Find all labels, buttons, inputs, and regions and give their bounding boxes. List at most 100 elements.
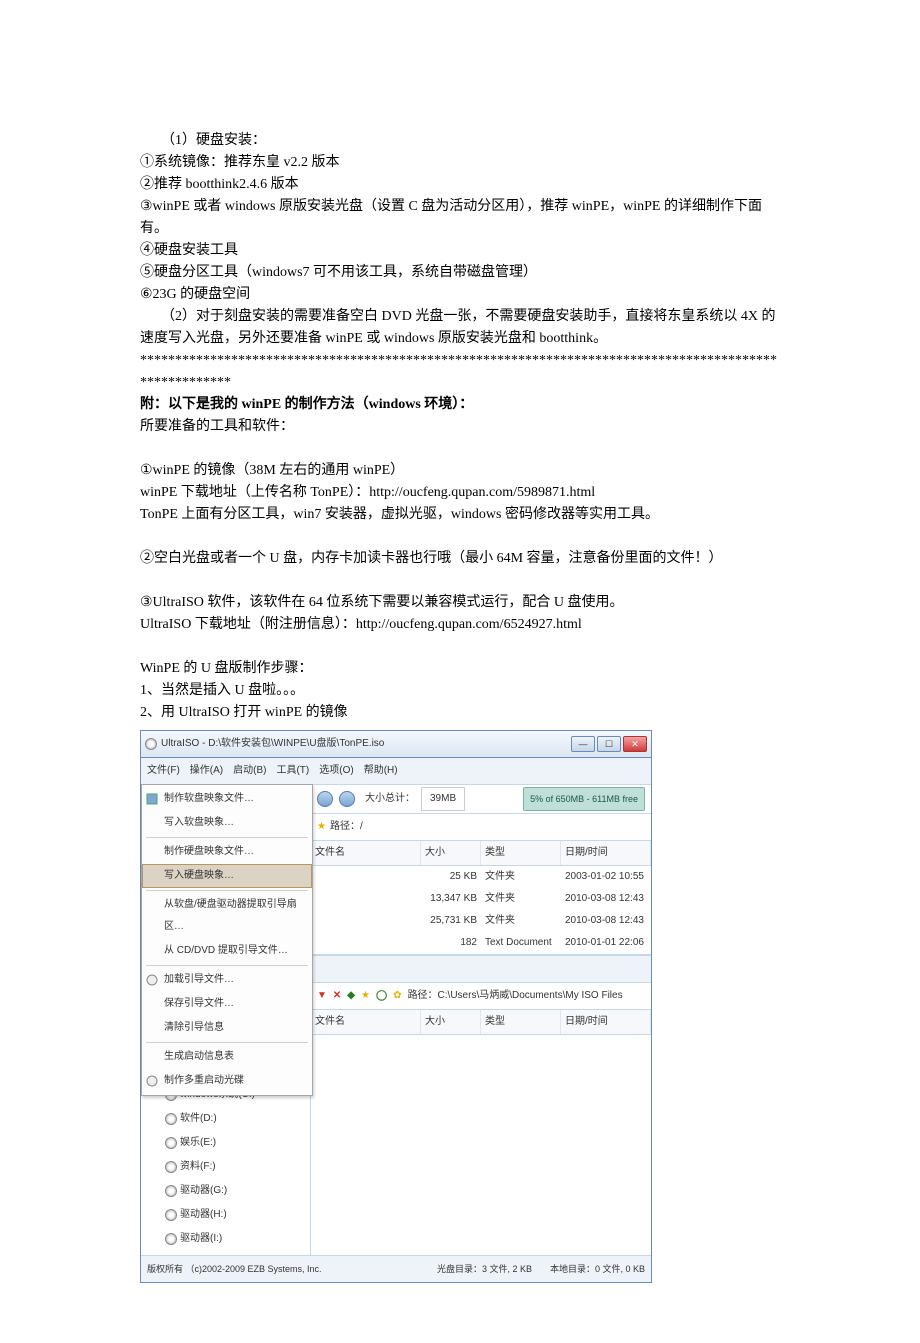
menu-boot[interactable]: 启动(B) bbox=[233, 760, 266, 782]
path-label: 路径：/ bbox=[330, 816, 363, 838]
menu-label: 制作多重启动光碟 bbox=[164, 1070, 244, 1092]
drive-icon bbox=[165, 1185, 177, 1197]
nav-forward-button[interactable] bbox=[339, 791, 355, 807]
menu-make-hdd-image[interactable]: 制作硬盘映象文件… bbox=[142, 840, 312, 864]
col-date[interactable]: 日期/时间 bbox=[561, 841, 651, 865]
maximize-button[interactable]: ☐ bbox=[597, 736, 621, 752]
col-name[interactable]: 文件名 bbox=[311, 1010, 421, 1034]
menu-separator bbox=[146, 837, 308, 838]
menu-write-hdd-image[interactable]: 写入硬盘映象… bbox=[142, 864, 312, 888]
tree-node[interactable]: 软件(D:) bbox=[149, 1107, 306, 1131]
col-type[interactable]: 类型 bbox=[481, 841, 561, 865]
cell-date: 2010-03-08 12:43 bbox=[561, 910, 651, 932]
tree-node[interactable]: 驱动器(H:) bbox=[149, 1203, 306, 1227]
file-list-header: 文件名 大小 类型 日期/时间 bbox=[311, 841, 651, 866]
cell-date: 2010-01-01 22:06 bbox=[561, 932, 651, 954]
col-type[interactable]: 类型 bbox=[481, 1010, 561, 1034]
table-row[interactable]: 182 Text Document 2010-01-01 22:06 bbox=[311, 932, 651, 954]
local-file-panel: ▼ ✕ ◆ ★ ◯ ✿ 路径：C:\Users\马炳威\Documents\My… bbox=[311, 983, 651, 1255]
menu-label: 制作软盘映象文件… bbox=[164, 788, 254, 810]
menu-file[interactable]: 文件(F) bbox=[147, 760, 180, 782]
menubar: 文件(F) 操作(A) 启动(B) 工具(T) 选项(O) 帮助(H) bbox=[141, 758, 651, 785]
cell-date: 2003-01-02 10:55 bbox=[561, 866, 651, 888]
app-icon bbox=[145, 738, 157, 750]
minimize-button[interactable]: — bbox=[571, 736, 595, 752]
tree-label: 软件(D:) bbox=[180, 1108, 217, 1130]
cell-size: 13,347 KB bbox=[421, 888, 481, 910]
paragraph: TonPE 上面有分区工具，win7 安装器，虚拟光驱，windows 密码修改… bbox=[140, 504, 780, 526]
total-size-value: 39MB bbox=[421, 787, 465, 811]
menu-tools[interactable]: 工具(T) bbox=[276, 760, 309, 782]
menu-separator bbox=[146, 965, 308, 966]
menu-separator bbox=[146, 1042, 308, 1043]
settings-icon[interactable]: ✿ bbox=[393, 985, 401, 1007]
menu-make-floppy-image[interactable]: 制作软盘映象文件… bbox=[142, 787, 312, 811]
tree-node[interactable]: 驱动器(I:) bbox=[149, 1227, 306, 1251]
separator-line: ****************************************… bbox=[140, 350, 780, 394]
menu-label: 从软盘/硬盘驱动器提取引导扇区… bbox=[164, 894, 304, 938]
menu-clear-boot-info[interactable]: 清除引导信息 bbox=[142, 1016, 312, 1040]
star-icon: ★ bbox=[317, 816, 326, 838]
close-button[interactable]: ✕ bbox=[623, 736, 647, 752]
paragraph: 所要准备的工具和软件： bbox=[140, 416, 780, 438]
upper-toolbar: 大小总计： 39MB 5% of 650MB - 611MB free bbox=[311, 785, 651, 814]
section-heading: 附：以下是我的 winPE 的制作方法（windows 环境）： bbox=[140, 394, 780, 416]
ultraiso-window: UltraISO - D:\软件安装包\WINPE\U盘版\TonPE.iso … bbox=[140, 730, 652, 1283]
upper-panel: 光盘目录 启动U盘 BOOT PETOOLS bbox=[141, 785, 651, 955]
col-date[interactable]: 日期/时间 bbox=[561, 1010, 651, 1034]
status-disc: 光盘目录：3 文件, 2 KB bbox=[437, 1258, 532, 1280]
floppy-icon bbox=[146, 793, 158, 805]
local-file-list-header: 文件名 大小 类型 日期/时间 bbox=[311, 1010, 651, 1035]
menu-extract-boot-file[interactable]: 从 CD/DVD 提取引导文件… bbox=[142, 939, 312, 963]
tree-node[interactable]: 资料(F:) bbox=[149, 1155, 306, 1179]
menu-generate-boot-table[interactable]: 生成启动信息表 bbox=[142, 1045, 312, 1069]
menu-write-floppy-image[interactable]: 写入软盘映象… bbox=[142, 811, 312, 835]
status-local: 本地目录：0 文件, 0 KB bbox=[550, 1258, 645, 1280]
free-space-chip: 5% of 650MB - 611MB free bbox=[523, 787, 645, 811]
drive-icon bbox=[165, 1209, 177, 1221]
col-name[interactable]: 文件名 bbox=[311, 841, 421, 865]
menu-save-boot-file[interactable]: 保存引导文件… bbox=[142, 992, 312, 1016]
menu-label: 加载引导文件… bbox=[164, 969, 234, 991]
drive-icon bbox=[165, 1161, 177, 1173]
drive-icon bbox=[165, 1233, 177, 1245]
paragraph: ④硬盘安装工具 bbox=[140, 240, 780, 262]
nav-back-button[interactable] bbox=[317, 791, 333, 807]
status-copyright: 版权所有 （c)2002-2009 EZB Systems, Inc. bbox=[147, 1258, 322, 1280]
table-row[interactable]: 25 KB 文件夹 2003-01-02 10:55 bbox=[311, 866, 651, 888]
menu-extract-boot-sector[interactable]: 从软盘/硬盘驱动器提取引导扇区… bbox=[142, 893, 312, 939]
cell-type: 文件夹 bbox=[481, 866, 561, 888]
col-size[interactable]: 大小 bbox=[421, 1010, 481, 1034]
paragraph: ⑥23G 的硬盘空间 bbox=[140, 284, 780, 306]
menu-label: 写入软盘映象… bbox=[164, 812, 234, 834]
paragraph: ①系统镜像：推荐东皇 v2.2 版本 bbox=[140, 152, 780, 174]
drive-icon bbox=[165, 1137, 177, 1149]
tree-label: 驱动器(I:) bbox=[180, 1228, 222, 1250]
menu-make-multiboot[interactable]: 制作多重启动光碟 bbox=[142, 1069, 312, 1093]
favorite-icon[interactable]: ★ bbox=[361, 985, 370, 1007]
total-size-label: 大小总计： bbox=[365, 788, 415, 810]
table-row[interactable]: 25,731 KB 文件夹 2010-03-08 12:43 bbox=[311, 910, 651, 932]
file-list: 文件名 大小 类型 日期/时间 25 KB 文件夹 2003-01-02 10:… bbox=[311, 841, 651, 954]
cell-type: Text Document bbox=[481, 932, 561, 954]
cell-size: 25 KB bbox=[421, 866, 481, 888]
menu-action[interactable]: 操作(A) bbox=[190, 760, 223, 782]
delete-icon[interactable]: ✕ bbox=[333, 985, 341, 1007]
col-size[interactable]: 大小 bbox=[421, 841, 481, 865]
tree-node[interactable]: 驱动器(G:) bbox=[149, 1179, 306, 1203]
add-icon[interactable]: ◆ bbox=[347, 985, 355, 1007]
local-toolbar: ▼ ✕ ◆ ★ ◯ ✿ 路径：C:\Users\马炳威\Documents\My… bbox=[311, 983, 651, 1010]
menu-help[interactable]: 帮助(H) bbox=[364, 760, 398, 782]
menu-load-boot-file[interactable]: 加载引导文件… bbox=[142, 968, 312, 992]
tree-node[interactable]: 娱乐(E:) bbox=[149, 1131, 306, 1155]
menu-label: 从 CD/DVD 提取引导文件… bbox=[164, 940, 288, 962]
window-title: UltraISO - D:\软件安装包\WINPE\U盘版\TonPE.iso bbox=[161, 733, 384, 755]
titlebar[interactable]: UltraISO - D:\软件安装包\WINPE\U盘版\TonPE.iso … bbox=[141, 731, 651, 758]
document-page: （1）硬盘安装： ①系统镜像：推荐东皇 v2.2 版本 ②推荐 bootthin… bbox=[0, 0, 920, 1343]
table-row[interactable]: 13,347 KB 文件夹 2010-03-08 12:43 bbox=[311, 888, 651, 910]
filter-icon[interactable]: ▼ bbox=[317, 985, 327, 1007]
local-path-label: 路径：C:\Users\马炳威\Documents\My ISO Files bbox=[408, 985, 623, 1007]
refresh-icon[interactable]: ◯ bbox=[376, 985, 387, 1007]
paragraph: ⑤硬盘分区工具（windows7 可不用该工具，系统自带磁盘管理） bbox=[140, 262, 780, 284]
menu-options[interactable]: 选项(O) bbox=[319, 760, 353, 782]
